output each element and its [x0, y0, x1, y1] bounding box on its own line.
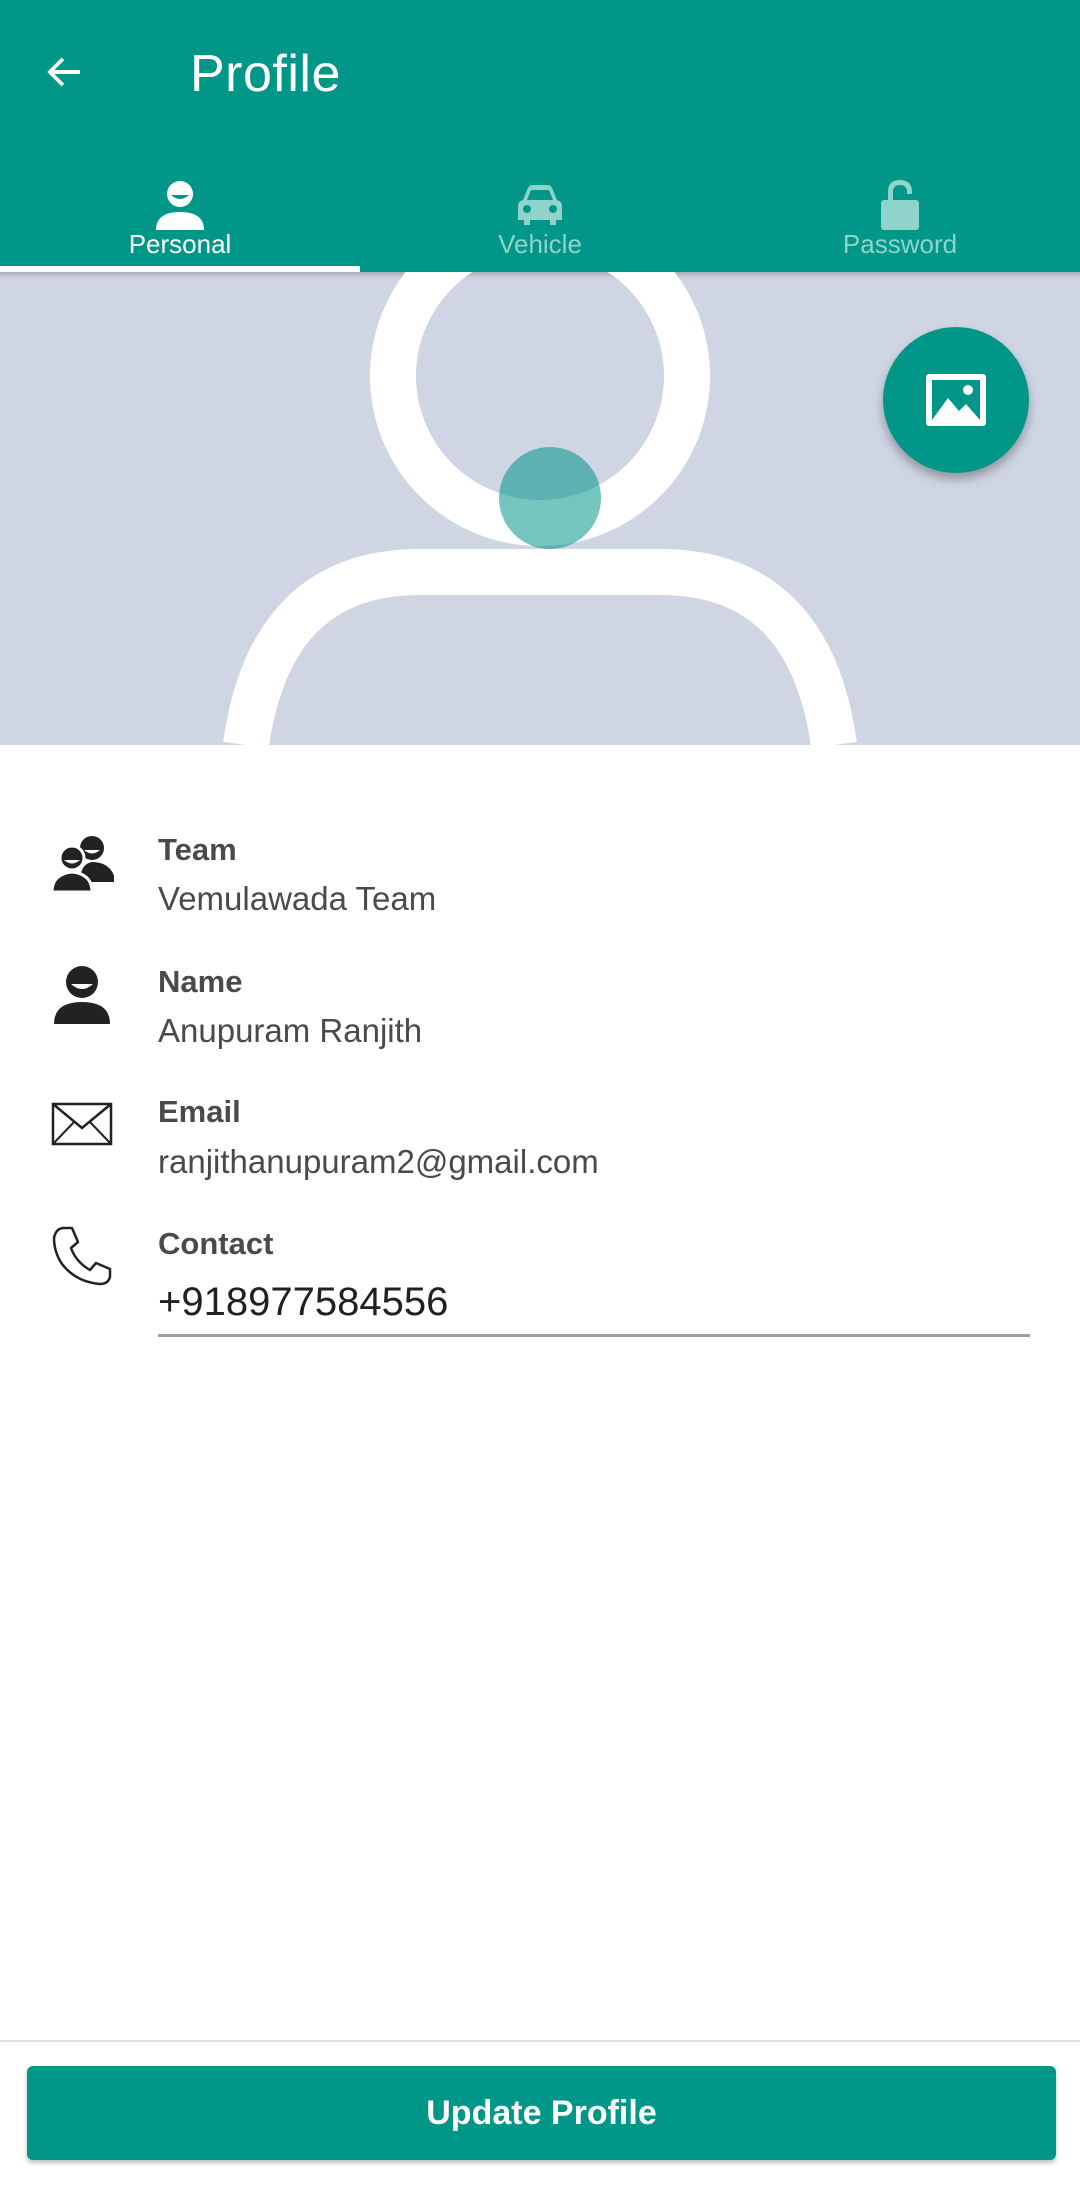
tab-personal[interactable]: Personal — [0, 160, 360, 272]
car-icon — [518, 185, 562, 225]
name-label: Name — [158, 964, 243, 999]
touch-ripple — [499, 447, 601, 549]
image-icon — [926, 374, 986, 426]
person-icon — [156, 181, 204, 230]
phone-icon — [52, 1226, 112, 1286]
tab-label: Vehicle — [498, 229, 582, 259]
team-value: Vemulawada Team — [158, 880, 437, 917]
group-icon — [50, 836, 114, 894]
name-value: Anupuram Ranjith — [158, 1012, 423, 1049]
contact-input[interactable] — [158, 1270, 1030, 1337]
tab-bar: Personal Vehicle Password — [0, 160, 1080, 272]
tab-vehicle[interactable]: Vehicle — [360, 160, 720, 272]
contact-label: Contact — [158, 1226, 274, 1261]
change-photo-button[interactable] — [883, 327, 1029, 473]
tab-label: Password — [842, 229, 958, 259]
divider — [0, 2040, 1080, 2042]
tab-label: Personal — [128, 229, 232, 259]
team-label: Team — [158, 832, 237, 867]
envelope-icon — [51, 1102, 113, 1146]
back-button[interactable] — [28, 36, 100, 108]
email-label: Email — [158, 1094, 241, 1129]
app-bar: Profile Personal Vehicle Password — [0, 0, 1080, 272]
email-value: ranjithanupuram2@gmail.com — [158, 1143, 599, 1180]
person-icon — [54, 966, 110, 1024]
tab-password[interactable]: Password — [720, 160, 1080, 272]
update-profile-button[interactable]: Update Profile — [27, 2066, 1056, 2160]
lock-open-icon — [881, 180, 919, 230]
arrow-left-icon — [47, 57, 80, 87]
page-title: Profile — [190, 45, 341, 103]
